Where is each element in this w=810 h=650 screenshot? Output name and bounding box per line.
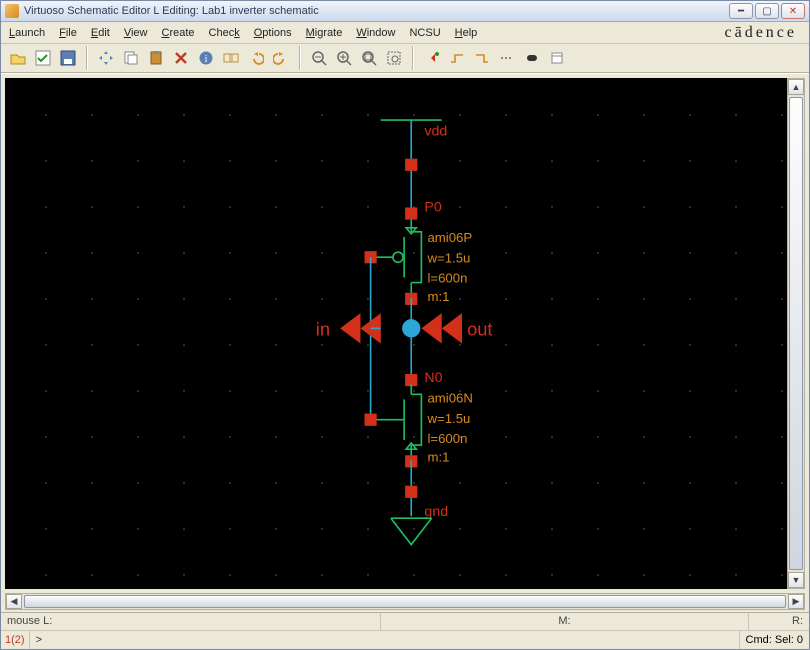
- check-save-button[interactable]: [32, 47, 54, 69]
- wire-v-button[interactable]: [471, 47, 493, 69]
- scroll-right-button[interactable]: ▶: [788, 594, 804, 610]
- group-button[interactable]: [220, 47, 242, 69]
- instance-button[interactable]: [521, 47, 543, 69]
- hscroll-thumb[interactable]: [24, 595, 786, 609]
- horizontal-scrollbar[interactable]: ◀ ▶: [5, 593, 805, 611]
- copy-button[interactable]: [120, 47, 142, 69]
- pin-icon: [424, 50, 440, 66]
- zoom-in-icon: [336, 50, 352, 66]
- schematic-canvas[interactable]: vdd P0 ami06P w=1.5u l=600n: [5, 78, 787, 589]
- window-title: Virtuoso Schematic Editor L Editing: Lab…: [24, 5, 729, 17]
- wire-v-icon: [474, 50, 490, 66]
- undo-button[interactable]: [245, 47, 267, 69]
- label-icon: [499, 50, 515, 66]
- scroll-up-button[interactable]: ▲: [788, 79, 804, 95]
- cmd-sel-status: Cmd: Sel: 0: [739, 631, 809, 649]
- maximize-button[interactable]: ▢: [755, 3, 779, 19]
- save-button[interactable]: [57, 47, 79, 69]
- paste-button[interactable]: [145, 47, 167, 69]
- menu-launch[interactable]: Launch: [7, 25, 47, 41]
- toolbar: i: [1, 44, 809, 73]
- menus: Launch File Edit View Create Check Optio…: [7, 25, 479, 41]
- net-icon: [549, 50, 565, 66]
- titlebar: Virtuoso Schematic Editor L Editing: Lab…: [1, 1, 809, 22]
- mouse-mid-status: M:: [381, 613, 749, 629]
- zoom-sel-icon: [386, 50, 402, 66]
- vscroll-track[interactable]: [788, 95, 804, 572]
- dot-grid: [5, 78, 787, 589]
- mouse-right-status: R:: [749, 613, 809, 629]
- brand-logo: cādence: [724, 24, 803, 42]
- line-col-indicator: 1(2): [1, 631, 30, 649]
- open-button[interactable]: [7, 47, 29, 69]
- vscroll-thumb[interactable]: [789, 97, 803, 570]
- group-icon: [223, 50, 239, 66]
- zoom-fit-button[interactable]: [358, 47, 380, 69]
- command-prompt[interactable]: >: [30, 634, 739, 646]
- zoom-out-icon: [311, 50, 327, 66]
- net-button[interactable]: [546, 47, 568, 69]
- floppy-icon: [60, 50, 76, 66]
- move-button[interactable]: [95, 47, 117, 69]
- info-icon: i: [198, 50, 214, 66]
- menu-create[interactable]: Create: [159, 25, 196, 41]
- svg-text:i: i: [205, 54, 208, 65]
- toolbar-separator: [299, 46, 301, 70]
- hscroll-track[interactable]: [22, 594, 788, 610]
- menubar: Launch File Edit View Create Check Optio…: [1, 22, 809, 43]
- folder-open-icon: [10, 50, 26, 66]
- canvas-area: vdd P0 ami06P w=1.5u l=600n: [1, 73, 809, 593]
- check-icon: [35, 50, 51, 66]
- minimize-button[interactable]: ━: [729, 3, 753, 19]
- zoom-in-button[interactable]: [333, 47, 355, 69]
- menu-migrate[interactable]: Migrate: [304, 25, 345, 41]
- vertical-scrollbar[interactable]: ▲ ▼: [787, 78, 805, 589]
- menu-ncsu[interactable]: NCSU: [407, 25, 442, 41]
- delete-button[interactable]: [170, 47, 192, 69]
- close-button[interactable]: ✕: [781, 3, 805, 19]
- menu-help[interactable]: Help: [453, 25, 480, 41]
- mouse-status-bar: mouse L: M: R:: [1, 612, 809, 629]
- toolbar-separator: [86, 46, 88, 70]
- delete-x-icon: [173, 50, 189, 66]
- zoom-out-button[interactable]: [308, 47, 330, 69]
- instance-icon: [524, 50, 540, 66]
- mouse-left-status: mouse L:: [1, 613, 381, 629]
- zoom-fit-icon: [361, 50, 377, 66]
- redo-icon: [273, 50, 289, 66]
- scroll-down-button[interactable]: ▼: [788, 572, 804, 588]
- menu-window[interactable]: Window: [354, 25, 397, 41]
- wire-h-icon: [449, 50, 465, 66]
- menu-options[interactable]: Options: [252, 25, 294, 41]
- scroll-left-button[interactable]: ◀: [6, 594, 22, 610]
- clipboard-icon: [148, 50, 164, 66]
- menu-check[interactable]: Check: [207, 25, 242, 41]
- zoom-sel-button[interactable]: [383, 47, 405, 69]
- menu-file[interactable]: File: [57, 25, 79, 41]
- info-button[interactable]: i: [195, 47, 217, 69]
- app-icon: [5, 4, 19, 18]
- wire-h-button[interactable]: [446, 47, 468, 69]
- command-status-bar: 1(2) > Cmd: Sel: 0: [1, 630, 809, 649]
- undo-icon: [248, 50, 264, 66]
- move-icon: [98, 50, 114, 66]
- copy-icon: [123, 50, 139, 66]
- pin-button[interactable]: [421, 47, 443, 69]
- app-window: Virtuoso Schematic Editor L Editing: Lab…: [0, 0, 810, 650]
- window-controls: ━ ▢ ✕: [729, 3, 805, 19]
- label-button[interactable]: [496, 47, 518, 69]
- toolbar-separator: [412, 46, 414, 70]
- menu-view[interactable]: View: [122, 25, 150, 41]
- redo-button[interactable]: [270, 47, 292, 69]
- menu-edit[interactable]: Edit: [89, 25, 112, 41]
